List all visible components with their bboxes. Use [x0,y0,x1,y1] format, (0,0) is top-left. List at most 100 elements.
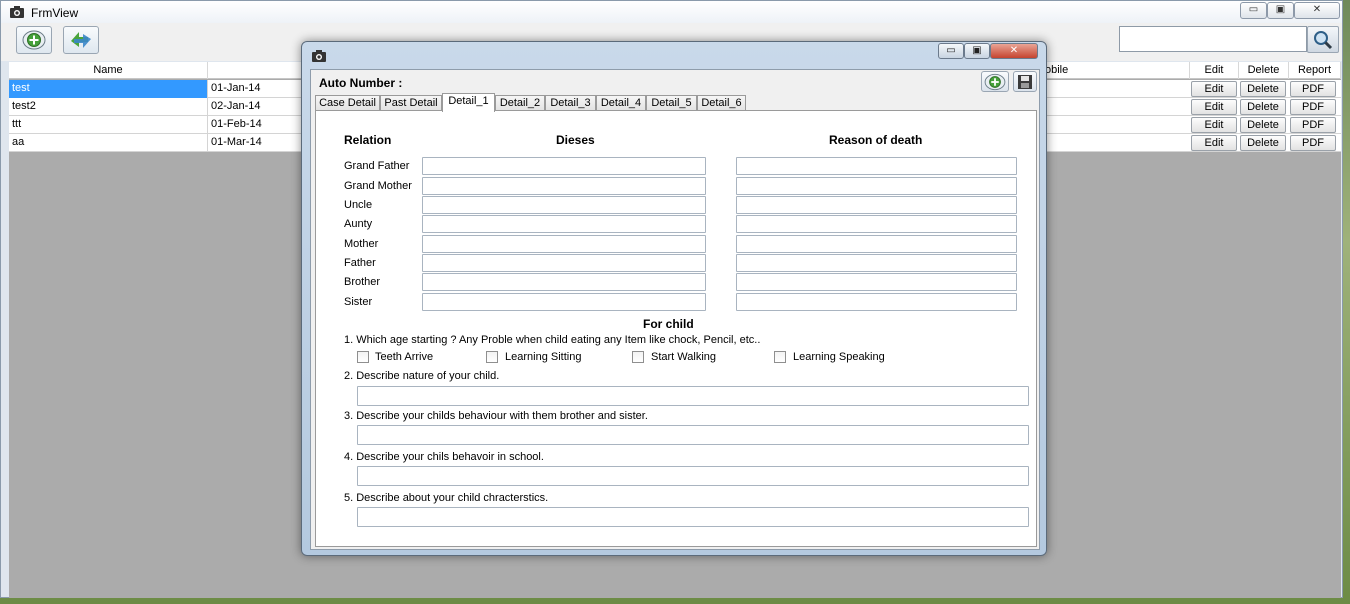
learning-sitting-checkbox[interactable] [486,351,498,363]
tab-detail-3[interactable]: Detail_3 [545,95,596,111]
start-walking-checkbox[interactable] [632,351,644,363]
refresh-arrows-icon [71,32,91,48]
brother-dieses-input[interactable] [422,273,706,291]
relation-label: Mother [344,238,379,250]
pdf-button[interactable]: PDF [1290,99,1336,115]
dialog-restore-button[interactable]: ▣ [964,43,990,59]
relation-label: Grand Mother [344,180,412,192]
delete-button[interactable]: Delete [1240,99,1286,115]
tab-detail-4[interactable]: Detail_4 [596,95,646,111]
search-icon [1314,30,1333,49]
checkbox-label: Learning Sitting [505,351,582,363]
camera-icon [312,50,326,62]
grand-mother-reason-input[interactable] [736,177,1017,195]
aunty-dieses-input[interactable] [422,215,706,233]
father-dieses-input[interactable] [422,254,706,272]
pdf-button[interactable]: PDF [1290,81,1336,97]
search-button[interactable] [1307,26,1339,53]
relation-label: Aunty [344,218,373,230]
tab-detail-6[interactable]: Detail_6 [697,95,746,111]
edit-button[interactable]: Edit [1191,135,1237,151]
grand-father-dieses-input[interactable] [422,157,706,175]
cell-name[interactable]: test [9,80,208,98]
pdf-button[interactable]: PDF [1290,135,1336,151]
window-title: FrmView [31,6,79,20]
question-1-label: 1. Which age starting ? Any Proble when … [344,334,761,346]
sister-reason-input[interactable] [736,293,1017,311]
dialog-add-button[interactable] [981,71,1009,92]
cell-date[interactable]: 01-Feb-14 [208,116,303,134]
school-behaviour-input[interactable] [357,466,1029,486]
brother-reason-input[interactable] [736,273,1017,291]
tab-panel-detail-1: Relation Dieses Reason of death Grand Fa… [315,110,1037,547]
grand-father-reason-input[interactable] [736,157,1017,175]
pdf-button[interactable]: PDF [1290,117,1336,133]
tab-past-detail[interactable]: Past Detail [380,95,442,111]
aunty-reason-input[interactable] [736,215,1017,233]
learning-speaking-checkbox[interactable] [774,351,786,363]
child-nature-input[interactable] [357,386,1029,406]
grand-mother-dieses-input[interactable] [422,177,706,195]
detail-dialog: ▭ ▣ ✕ Auto Number : Case Detail Past Det… [301,41,1047,556]
cell-date[interactable]: 02-Jan-14 [208,98,303,116]
search-input[interactable] [1119,26,1307,52]
add-icon [22,30,46,50]
tab-detail-1[interactable]: Detail_1 [442,93,495,112]
cell-name[interactable]: ttt [9,116,208,134]
dialog-content: Auto Number : Case Detail Past Detail De… [310,69,1040,550]
relation-label: Grand Father [344,160,410,172]
sister-dieses-input[interactable] [422,293,706,311]
column-header-edit: Edit [1190,62,1239,79]
auto-number-label: Auto Number : [319,76,403,90]
teeth-arrive-checkbox[interactable] [357,351,369,363]
cell-name[interactable]: test2 [9,98,208,116]
delete-button[interactable]: Delete [1240,81,1286,97]
edit-button[interactable]: Edit [1191,99,1237,115]
reason-of-death-header: Reason of death [829,133,923,147]
restore-button[interactable]: ▣ [1267,2,1294,19]
uncle-dieses-input[interactable] [422,196,706,214]
dieses-header: Dieses [556,133,595,147]
relation-label: Sister [344,296,373,308]
camera-icon [10,6,24,18]
add-button[interactable] [16,26,52,54]
checkbox-label: Learning Speaking [793,351,885,363]
edit-button[interactable]: Edit [1191,117,1237,133]
delete-button[interactable]: Delete [1240,135,1286,151]
column-header-delete: Delete [1239,62,1289,79]
column-header-mobile[interactable]: obile [1045,62,1190,79]
uncle-reason-input[interactable] [736,196,1017,214]
for-child-title: For child [643,317,694,331]
column-header-report: Report [1289,62,1341,79]
save-button[interactable] [1013,71,1037,92]
question-2-label: 2. Describe nature of your child. [344,370,500,382]
question-5-label: 5. Describe about your child chractersti… [344,492,549,504]
father-reason-input[interactable] [736,254,1017,272]
relation-header: Relation [344,133,392,147]
relation-label: Father [344,257,376,269]
tab-detail-2[interactable]: Detail_2 [495,95,545,111]
delete-button[interactable]: Delete [1240,117,1286,133]
cell-date[interactable]: 01-Jan-14 [208,80,303,98]
checkbox-label: Start Walking [651,351,717,363]
relation-label: Brother [344,276,381,288]
mother-reason-input[interactable] [736,235,1017,253]
cell-name[interactable]: aa [9,134,208,152]
mother-dieses-input[interactable] [422,235,706,253]
question-3-label: 3. Describe your childs behaviour with t… [344,410,648,422]
dialog-minimize-button[interactable]: ▭ [938,43,964,59]
add-icon [984,73,1006,90]
sibling-behaviour-input[interactable] [357,425,1029,445]
tab-detail-5[interactable]: Detail_5 [646,95,697,111]
minimize-button[interactable]: ▭ [1240,2,1267,19]
close-button[interactable]: ✕ [1294,2,1340,19]
refresh-button[interactable] [63,26,99,54]
column-header-date[interactable] [208,62,303,79]
dialog-close-button[interactable]: ✕ [990,43,1038,59]
tab-case-detail[interactable]: Case Detail [315,95,380,111]
child-characteristics-input[interactable] [357,507,1029,527]
relation-label: Uncle [344,199,373,211]
edit-button[interactable]: Edit [1191,81,1237,97]
column-header-name[interactable]: Name [9,62,208,79]
cell-date[interactable]: 01-Mar-14 [208,134,303,152]
